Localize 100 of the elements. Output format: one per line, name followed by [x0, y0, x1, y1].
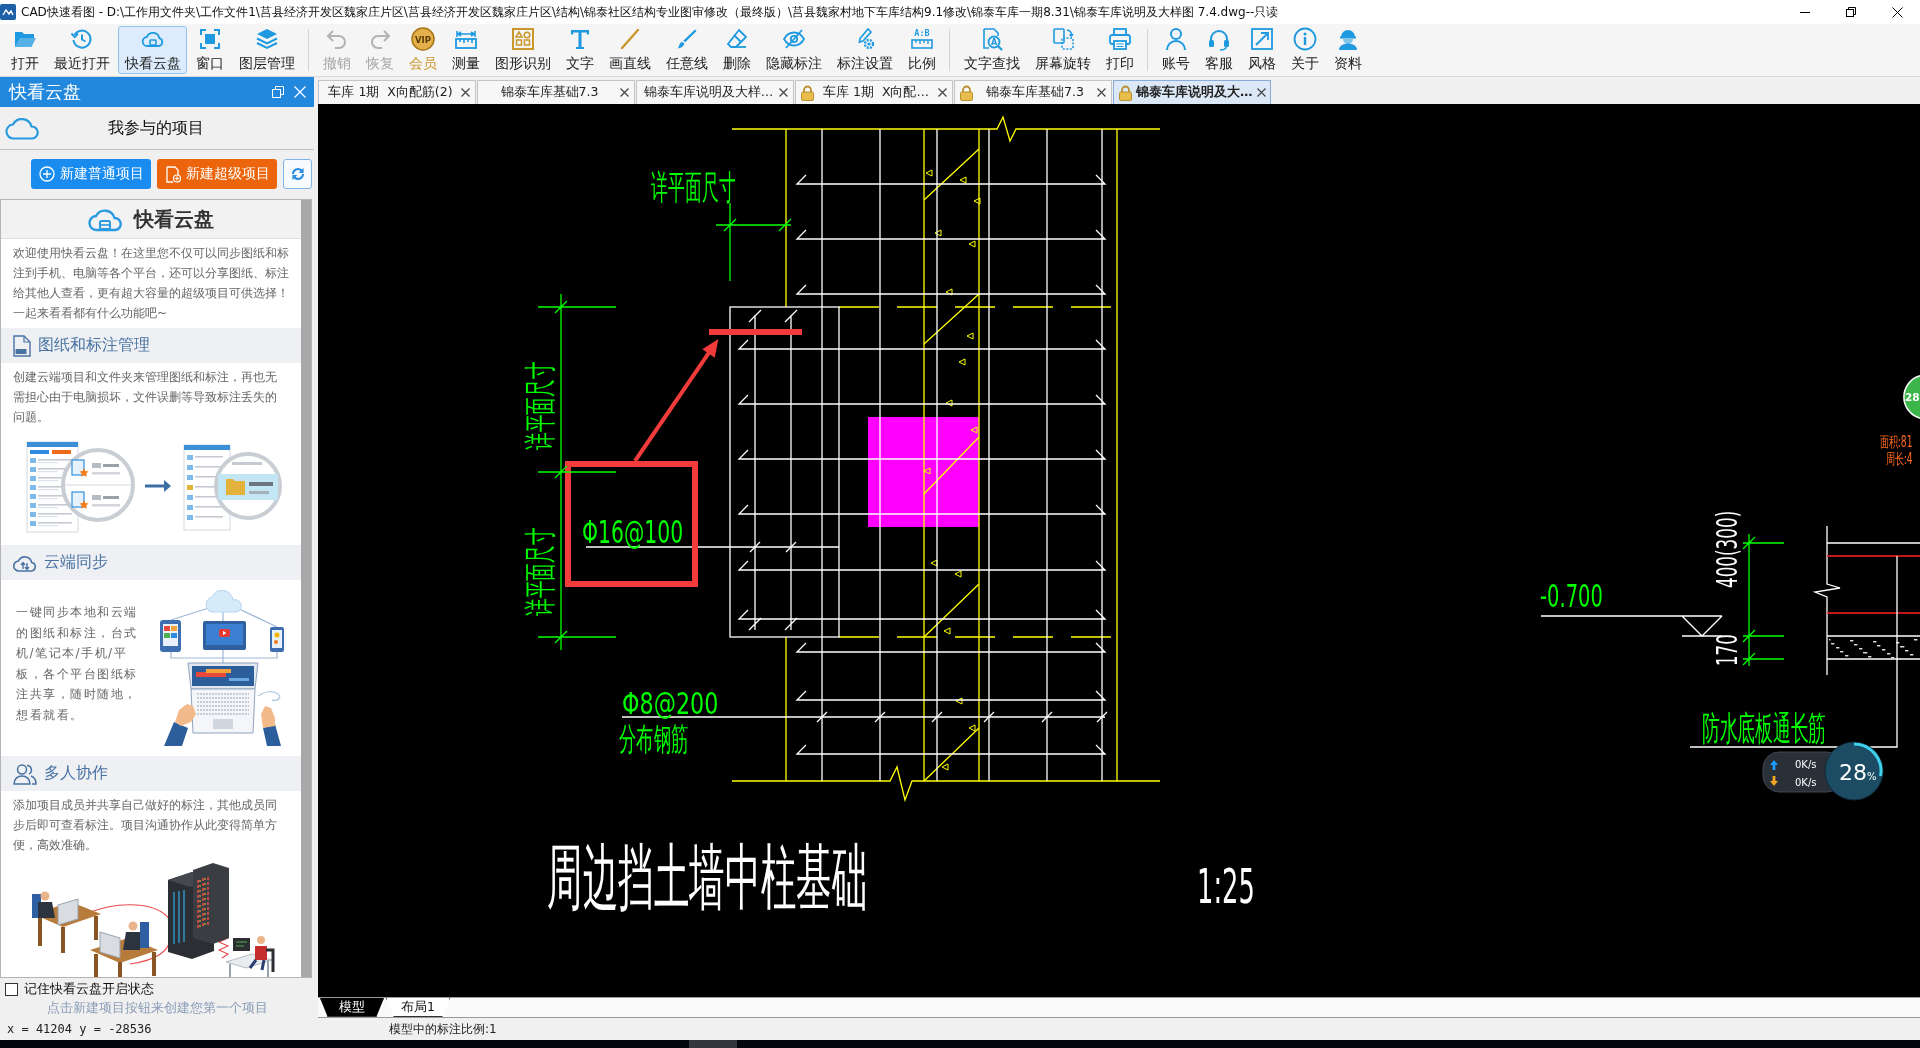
toolbar-button[interactable]: 窗口	[189, 26, 230, 74]
section-text: 创建云端项目和文件夹来管理图纸和标注，再也无 需担心由于电脑损坏，文件误删等导致标注丢失的 问题。	[12, 369, 278, 426]
down-arrow-icon	[1770, 776, 1778, 786]
close-icon[interactable]	[620, 88, 629, 97]
cloud-drive-icon	[88, 206, 122, 232]
layout-tab[interactable]: 模型	[320, 998, 384, 1017]
shapes-icon	[510, 27, 535, 51]
download-speed: 0K/s	[1795, 777, 1817, 788]
intro-text: 欢迎使用快看云盘！在这里您不仅可以同步图纸和标 注到手机、电脑等各个平台，还可以分享图纸、标注 给其他人查看，更有超大容量的超级项目可供选择！ 一起来看看都有什么功能吧~	[12, 245, 290, 322]
toolbar-button[interactable]: 打印	[1099, 26, 1140, 74]
section-text: 添加项目成员并共享自己做好的标注，其他成员同 步后即可查看标注。项目沟通协作从此变得简单方 便，高效准确。	[12, 797, 278, 854]
toolbar-button[interactable]: 资料	[1327, 26, 1368, 74]
document-tab[interactable]: 锦泰车库基础7.3	[477, 80, 635, 104]
panel-title: 快看云盘	[9, 80, 82, 104]
drawing-note: 详平面尺寸	[521, 361, 559, 450]
info-icon	[1292, 27, 1317, 51]
rotate-screen-icon	[1050, 27, 1075, 51]
restore-icon[interactable]	[272, 86, 284, 98]
document-icon	[13, 334, 31, 357]
history-icon	[69, 27, 94, 51]
drawing-note: 分布钢筋	[619, 720, 689, 758]
count-badge: 28	[1903, 375, 1920, 419]
document-tab[interactable]: 锦泰车库基础7.3	[954, 80, 1112, 104]
people-icon	[13, 762, 37, 785]
measurement-text: 面积:81	[1880, 432, 1913, 451]
eraser-icon	[724, 27, 749, 51]
drawing-title: 周边挡土墙中柱基础	[547, 834, 868, 919]
toolbar-button[interactable]: A 文字查找	[957, 26, 1026, 74]
layout-tab[interactable]: 布局1	[386, 998, 450, 1017]
section-title: 多人协作	[44, 763, 108, 784]
scrollbar[interactable]	[301, 200, 311, 977]
toolbar-button[interactable]: 文字	[559, 26, 600, 74]
up-arrow-icon	[1770, 760, 1778, 770]
eye-slash-icon	[781, 27, 806, 51]
toolbar-button[interactable]: 关于	[1284, 26, 1325, 74]
close-icon[interactable]	[938, 88, 947, 97]
toolbar-button[interactable]: 打开	[4, 26, 45, 74]
printer-icon	[1107, 27, 1132, 51]
undo-icon	[324, 27, 349, 51]
close-icon[interactable]	[779, 88, 788, 97]
toolbar-button[interactable]: 图形识别	[488, 26, 557, 74]
toolbar-button[interactable]: 账号	[1155, 26, 1196, 74]
panel-heading: 快看云盘	[134, 205, 214, 233]
toolbar-button[interactable]: 屏幕旋转	[1028, 26, 1097, 74]
close-icon	[1891, 6, 1903, 18]
drawing-note: 防水底板通长筋	[1702, 708, 1827, 748]
toolbar-button[interactable]: 图层管理	[232, 26, 301, 74]
frame-icon	[197, 27, 222, 51]
toolbar-button[interactable]: 画直线	[602, 26, 657, 74]
close-icon[interactable]	[1097, 88, 1106, 97]
section-title: 云端同步	[44, 552, 108, 573]
cursor-coordinates: x = 41204 y = -28536	[6, 1022, 153, 1036]
scale-label: 1:25	[1197, 858, 1255, 915]
drawing-note: -0.700	[1540, 576, 1603, 615]
document-tab[interactable]: 车库 1期 X向配…	[795, 80, 953, 104]
restore-icon	[1846, 7, 1856, 17]
document-tab[interactable]: 锦泰车库说明及大样…	[636, 80, 794, 104]
document-tab[interactable]: 车库 1期 X向配筋(2)	[318, 80, 476, 104]
toolbar-button[interactable]: VIP 会员	[402, 26, 443, 74]
close-icon[interactable]	[1256, 88, 1266, 97]
section-text: 一键同步本地和云端 的图纸和标注，台式 机/笔记本/手机/平 板，各个平台图纸标 注共享，随时随地， 想看就看。	[16, 604, 138, 724]
user-icon	[1163, 27, 1188, 51]
document-tab[interactable]: 锦泰车库说明及大…	[1113, 80, 1271, 104]
window-title: CAD快速看图 - D:\工作用文件夹\工作文件1\莒县经济开发区魏家庄片区\莒县经济开发区魏家庄片区\结构\锦泰社区结构专业图审修改（最终版）\莒县魏家村地下车库结构9.1修改\锦泰车库一期8.31\锦泰车库说明及大样图 7.4.dwg--只读	[21, 3, 1280, 21]
headset-icon	[1206, 27, 1231, 51]
toolbar-button[interactable]: 风格	[1241, 26, 1282, 74]
toolbar-button[interactable]: 标注设置	[830, 26, 899, 74]
upload-speed: 0K/s	[1795, 759, 1817, 770]
layers-icon	[254, 27, 279, 51]
measurement-text: 周长:4	[1886, 449, 1913, 468]
drawing-note: Φ8@200	[622, 685, 719, 721]
drawing-note: 详平面尺寸	[521, 527, 559, 616]
usage-gauge	[1824, 741, 1884, 801]
dimension-text: 170	[1711, 634, 1744, 666]
toolbar-button[interactable]: 隐藏标注	[759, 26, 828, 74]
cloud-icon	[5, 116, 39, 140]
brush-icon	[674, 27, 699, 51]
toolbar-button[interactable]: 最近打开	[47, 26, 116, 74]
vip-coin-icon: VIP	[410, 27, 435, 51]
checkbox-label[interactable]: 记住快看云盘开启状态	[24, 980, 154, 998]
drawing-note: 详平面尺寸	[651, 167, 736, 207]
section-title: 图纸和标注管理	[38, 335, 150, 356]
expand-icon	[1249, 27, 1274, 51]
project-list-title: 我参与的项目	[107, 117, 205, 139]
document-plus-icon	[164, 165, 181, 183]
gauge-unit: %	[1867, 771, 1877, 782]
toolbar-button[interactable]: 删除	[716, 26, 757, 74]
dimension-text: 400(300)	[1711, 510, 1744, 588]
drawing-note: Φ16@100	[582, 513, 684, 551]
checkbox[interactable]	[5, 982, 18, 996]
plus-circle-icon	[38, 166, 55, 182]
toolbar-button[interactable]: A:B 比例	[901, 26, 942, 74]
status-text: 模型中的标注比例:1	[389, 1020, 497, 1038]
toolbar-button[interactable]: 快看云盘	[118, 26, 187, 74]
close-icon[interactable]	[461, 88, 470, 97]
toolbar-button[interactable]: 测量	[445, 26, 486, 74]
refresh-button[interactable]	[283, 159, 312, 189]
drawing-canvas[interactable]: 详平面尺寸 详平面尺寸 详平面尺寸 Φ16@100 Φ8@200 分布钢筋 周边挡土墙中柱基础 1:25 -0.700 400(300) 170 防水底板通长筋 面积:81 周长:4 28 0K/s 0K/s 28%	[318, 104, 1920, 997]
toolbar-button[interactable]: 任意线	[659, 26, 714, 74]
toolbar-button[interactable]: 客服	[1198, 26, 1239, 74]
